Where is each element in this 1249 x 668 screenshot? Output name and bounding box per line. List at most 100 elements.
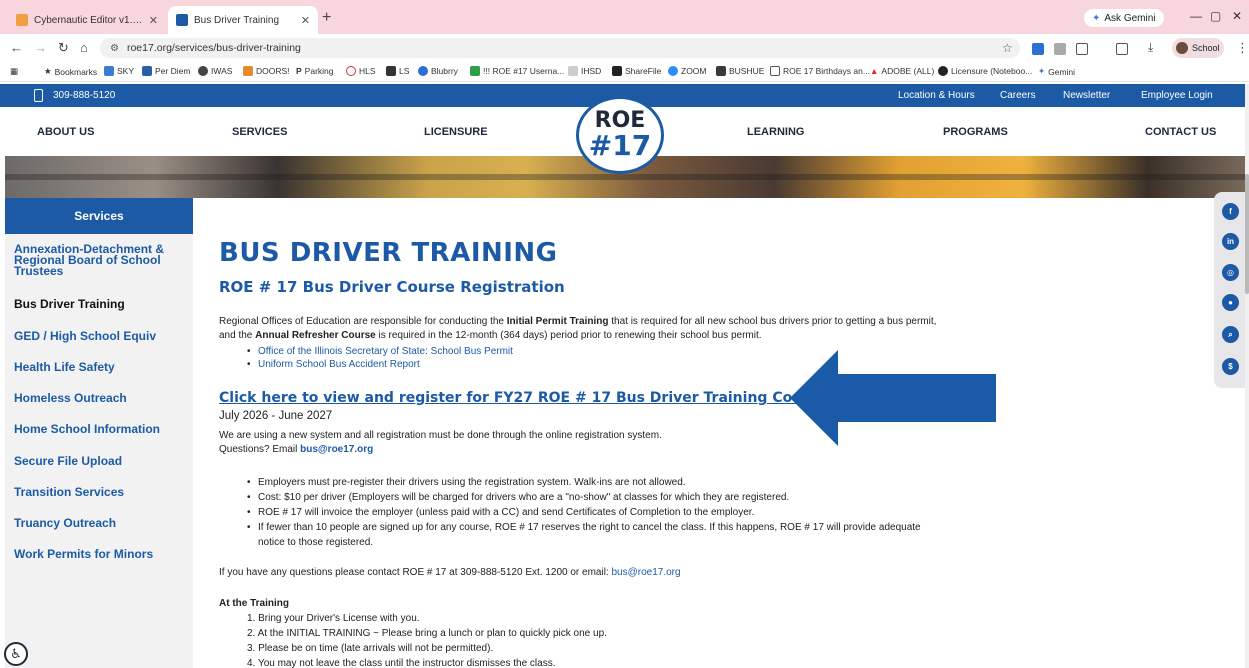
url-text: roe17.org/services/bus-driver-training bbox=[126, 42, 301, 54]
nav-services[interactable]: SERVICES bbox=[232, 126, 287, 138]
nav-about-us[interactable]: ABOUT US bbox=[37, 126, 94, 138]
sidebar-item-transition-services[interactable]: Transition Services bbox=[14, 486, 186, 498]
nav-licensure[interactable]: LICENSURE bbox=[424, 126, 488, 138]
bookmark-item[interactable]: IHSD bbox=[568, 66, 601, 76]
bookmark-item[interactable]: ▲ ADOBE (ALL) bbox=[870, 66, 934, 76]
accessibility-icon[interactable]: ♿ bbox=[4, 642, 28, 666]
resource-links: Office of the Illinois Secretary of Stat… bbox=[247, 345, 513, 371]
nav-contact-us[interactable]: CONTACT US bbox=[1145, 126, 1216, 138]
top-link-location-hours[interactable]: Location & Hours bbox=[898, 90, 975, 101]
bookmark-item[interactable]: P Parking bbox=[296, 66, 334, 76]
nav-learning[interactable]: LEARNING bbox=[747, 126, 804, 138]
sidebar-item-health-life-safety[interactable]: Health Life Safety bbox=[14, 361, 186, 373]
bookmark-icon bbox=[668, 66, 678, 76]
top-link-employee-login[interactable]: Employee Login bbox=[1141, 90, 1213, 101]
tab-cybernautic[interactable]: Cybernautic Editor v1.20.2 | ser ✕ bbox=[8, 6, 166, 34]
list-item: ROE # 17 will invoice the employer (unle… bbox=[247, 505, 937, 520]
bookmark-item[interactable]: ZOOM bbox=[668, 66, 707, 76]
sidebar-item-truancy-outreach[interactable]: Truancy Outreach bbox=[14, 517, 186, 529]
close-tab-icon[interactable]: ✕ bbox=[301, 14, 310, 27]
apps-grid-icon[interactable]: ▦ bbox=[10, 66, 18, 77]
bookmark-item[interactable]: !!! ROE #17 Userna... bbox=[470, 66, 564, 76]
split-view-icon[interactable] bbox=[1116, 43, 1128, 55]
bookmark-item[interactable]: ROE 17 Birthdays an... bbox=[770, 66, 870, 76]
link-accident-report[interactable]: Uniform School Bus Accident Report bbox=[258, 359, 420, 370]
download-icon[interactable]: ⤓ bbox=[1148, 40, 1160, 54]
search-icon[interactable]: ⌕ bbox=[1222, 326, 1239, 343]
star-icon: ★ bbox=[44, 66, 52, 76]
tab-title: Cybernautic Editor v1.20.2 | ser bbox=[34, 14, 143, 26]
sidebar-item-ged[interactable]: GED / High School Equiv bbox=[14, 330, 186, 342]
restore-icon[interactable]: ▢ bbox=[1210, 9, 1221, 23]
list-item: 4. You may not leave the class until the… bbox=[247, 658, 556, 668]
questions-email-link[interactable]: bus@roe17.org bbox=[300, 444, 373, 455]
bookmark-item[interactable]: Per Diem bbox=[142, 66, 190, 76]
facebook-icon[interactable]: f bbox=[1222, 203, 1239, 220]
microphone-icon[interactable]: ● bbox=[1222, 294, 1239, 311]
sidebar-item-work-permits[interactable]: Work Permits for Minors bbox=[14, 548, 186, 560]
bookmark-item[interactable]: BUSHUE bbox=[716, 66, 764, 76]
forward-icon[interactable]: → bbox=[34, 40, 47, 55]
bookmark-item[interactable]: ShareFile bbox=[612, 66, 661, 76]
sidebar-heading: Services bbox=[5, 198, 193, 234]
reload-icon[interactable]: ↻ bbox=[58, 40, 69, 56]
bookmark-icon bbox=[243, 66, 253, 76]
nav-programs[interactable]: PROGRAMS bbox=[943, 126, 1008, 138]
top-link-newsletter[interactable]: Newsletter bbox=[1063, 90, 1110, 101]
page-title: BUS DRIVER TRAINING bbox=[219, 238, 558, 268]
dollar-icon[interactable]: $ bbox=[1222, 358, 1239, 375]
bookmark-item[interactable]: Blubrry bbox=[418, 66, 458, 76]
date-range: July 2026 - June 2027 bbox=[219, 410, 333, 422]
bookmark-item[interactable]: ✦ Gemini bbox=[1038, 66, 1075, 77]
services-sidebar: Services Annexation-Detachment & Regiona… bbox=[5, 198, 193, 668]
site-info-icon[interactable]: ⚙ bbox=[110, 43, 119, 54]
phone-link[interactable]: 309-888-5120 bbox=[34, 89, 115, 102]
sidebar-item-annexation[interactable]: Annexation-Detachment & Regional Board o… bbox=[14, 243, 186, 277]
top-link-careers[interactable]: Careers bbox=[1000, 90, 1036, 101]
page-subtitle: ROE # 17 Bus Driver Course Registration bbox=[219, 278, 565, 296]
ask-gemini-button[interactable]: ✦ Ask Gemini bbox=[1084, 9, 1164, 27]
linkedin-icon[interactable]: in bbox=[1222, 233, 1239, 250]
minimize-icon[interactable]: — bbox=[1190, 9, 1202, 23]
extensions-puzzle-icon[interactable] bbox=[1076, 43, 1088, 55]
register-courses-link[interactable]: Click here to view and register for FY27… bbox=[219, 390, 835, 406]
sidebar-item-home-school[interactable]: Home School Information bbox=[14, 423, 186, 435]
roe17-logo[interactable]: ROE #17 bbox=[576, 96, 664, 174]
annotation-arrow-icon bbox=[790, 350, 996, 446]
address-bar-row: ← → ↻ ⌂ ⚙ roe17.org/services/bus-driver-… bbox=[0, 34, 1249, 62]
close-tab-icon[interactable]: ✕ bbox=[149, 14, 158, 27]
profile-button[interactable]: School bbox=[1172, 38, 1224, 58]
bookmark-item[interactable]: Licensure (Noteboo... bbox=[938, 66, 1032, 76]
bookmark-item[interactable]: SKY bbox=[104, 66, 134, 76]
close-window-icon[interactable]: ✕ bbox=[1232, 9, 1242, 23]
bookmark-item[interactable]: HLS bbox=[346, 66, 376, 76]
bookmark-icon bbox=[568, 66, 578, 76]
bookmark-item[interactable]: IWAS bbox=[198, 66, 232, 76]
new-tab-button[interactable]: + bbox=[322, 9, 331, 27]
page-scrollbar[interactable] bbox=[1245, 84, 1249, 668]
extension-icon[interactable] bbox=[1032, 43, 1044, 55]
sidebar-item-secure-file-upload[interactable]: Secure File Upload bbox=[14, 455, 186, 467]
instagram-icon[interactable]: ◎ bbox=[1222, 264, 1239, 281]
bookmark-item[interactable]: LS bbox=[386, 66, 409, 76]
contact-email-link[interactable]: bus@roe17.org bbox=[611, 567, 680, 578]
bookmarks-bar: ▦ ★ Bookmarks SKY Per Diem IWAS DOORS! PP… bbox=[0, 62, 1249, 82]
home-icon[interactable]: ⌂ bbox=[80, 40, 88, 55]
tab-bus-driver-training[interactable]: Bus Driver Training ✕ bbox=[168, 6, 318, 34]
bookmark-item[interactable]: ★ Bookmarks bbox=[44, 66, 97, 77]
menu-dots-icon[interactable]: ⋮ bbox=[1236, 40, 1249, 56]
sidebar-item-bus-driver-training[interactable]: Bus Driver Training bbox=[14, 298, 186, 310]
main-content: BUS DRIVER TRAINING ROE # 17 Bus Driver … bbox=[219, 198, 1209, 668]
bookmark-icon bbox=[612, 66, 622, 76]
bookmark-icon bbox=[198, 66, 208, 76]
bookmark-item[interactable]: DOORS! bbox=[243, 66, 290, 76]
bookmark-icon bbox=[386, 66, 396, 76]
sidebar-item-homeless-outreach[interactable]: Homeless Outreach bbox=[14, 392, 186, 404]
system-note: We are using a new system and all regist… bbox=[219, 430, 662, 441]
bookmark-star-icon[interactable]: ☆ bbox=[1002, 41, 1013, 55]
url-input[interactable]: ⚙ roe17.org/services/bus-driver-training bbox=[100, 38, 1020, 58]
browser-tab-bar: Cybernautic Editor v1.20.2 | ser ✕ Bus D… bbox=[0, 0, 1249, 34]
link-sos-school-bus-permit[interactable]: Office of the Illinois Secretary of Stat… bbox=[258, 346, 513, 357]
back-icon[interactable]: ← bbox=[10, 40, 23, 55]
extension-icon[interactable] bbox=[1054, 43, 1066, 55]
